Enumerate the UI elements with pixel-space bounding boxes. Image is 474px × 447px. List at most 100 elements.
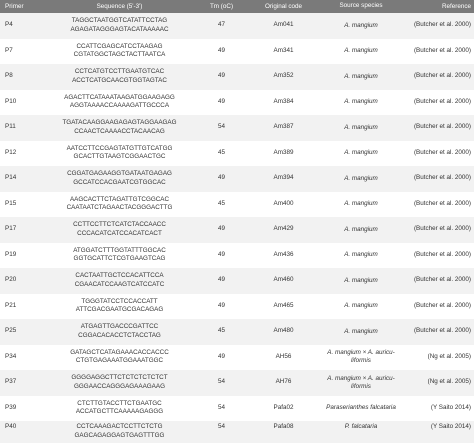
sequence-cell: CCTTCCTTCTCATCTACCAACC CCCACATCATCCACATCA…	[46, 217, 193, 243]
forward-sequence: CCATTCGAGCATCCTAAGAG	[76, 42, 163, 50]
tm-cell: 45	[217, 327, 225, 335]
header-tm: Tm (oC)	[193, 0, 250, 13]
table-row: P7 CCATTCGAGCATCCTAAGAG CGTATGGCTAGCTACTTA…	[0, 38, 474, 65]
tm-cell: 49	[217, 97, 225, 105]
reference-cell: (Butcher et al. 2000)	[413, 72, 471, 80]
original-code-cell: Am465	[273, 301, 294, 309]
reference-cell: (Butcher et al. 2000)	[413, 250, 471, 258]
primer-cell: P10	[5, 97, 17, 105]
original-code-cell: Am384	[273, 97, 294, 105]
sequence-cell: CACTAATTGCTCCACATTCCA CGAACATCCAAGTCATCCA…	[46, 268, 193, 294]
tm-cell: 54	[217, 423, 225, 430]
reverse-sequence: GCACTTGTAAGTCGGAACTGC	[73, 153, 166, 161]
primer-cell: P37	[5, 378, 17, 386]
reference-cell: (Butcher et al. 2000)	[413, 46, 471, 54]
reverse-sequence: GCCATCCACGAATCGTGGCAC	[73, 178, 166, 186]
primer-cell: P17	[5, 225, 17, 233]
original-code-cell: Am394	[273, 174, 294, 182]
reverse-sequence: GGTGCATTCTCGTGAAGTCAG	[73, 255, 166, 263]
table-row: P39 CTCTTGTACCTTCTGAATGC ACCATGCTTCAAAAAGA…	[0, 395, 474, 422]
tm-cell: 49	[217, 352, 225, 360]
header-source-species: Source species	[317, 0, 405, 13]
reverse-sequence: CAATAATCTAGAACTACGGGACTTG	[66, 204, 173, 212]
forward-sequence: CCTCAAAGACTCCTTCTCTG	[76, 423, 163, 430]
original-code-cell: Am041	[273, 21, 294, 29]
primer-cell: P34	[5, 352, 17, 360]
forward-sequence: CGGATGAGAAGGTGATAATGAGAG	[67, 170, 172, 178]
tm-cell: 49	[217, 72, 225, 80]
primer-cell: P25	[5, 327, 17, 335]
forward-sequence: CCTTCCTTCTCATCTACCAACC	[73, 221, 166, 229]
tm-cell: 49	[217, 276, 225, 284]
source-species-cell: A. mangium	[344, 47, 378, 55]
primer-cell: P7	[5, 46, 13, 54]
source-species-cell: Paraserianthes falcataria	[326, 404, 396, 412]
primer-cell: P4	[5, 21, 13, 29]
primer-cell: P15	[5, 199, 17, 207]
forward-sequence: TGATACAAGGAAGAGAGTAGGAAGAG	[62, 119, 177, 127]
tm-cell: 49	[217, 301, 225, 309]
reverse-sequence: GGGAACCAGGGAGAAAGAAG	[74, 382, 165, 390]
primer-table: Primer Sequence (5'-3') Tm (oC) Original…	[0, 0, 474, 443]
reference-cell: (Butcher et al. 2000)	[413, 276, 471, 284]
reverse-sequence: CCAACTCAAAACCTACAACAG	[74, 127, 165, 135]
tm-cell: 45	[217, 148, 225, 156]
tm-cell: 49	[217, 250, 225, 258]
sequence-cell: AGACTTCATAAATAAGATGGAAGAGG AGGTAAAACCAAAA…	[46, 90, 193, 116]
table-row: P12 AATCCTTCCGAGTATGTTGTCATGG GCACTTGTAAGT…	[0, 140, 474, 167]
table-row: P11 TGATACAAGGAAGAGAGTAGGAAGAG CCAACTCAAAA…	[0, 115, 474, 141]
table-body: P4 TAGGCTAATGGTCATATTCCTAG AGAGATAGGGAGTAC…	[0, 13, 474, 443]
reverse-sequence: ATTCGACGAATGCGACAGAG	[75, 306, 164, 314]
sequence-cell: CCTCAAAGACTCCTTCTCTG GAGCAGAGGAGTGAGTTTGG	[46, 421, 193, 443]
reverse-sequence: CTGTGAGAAATGGAAATGGC	[75, 357, 164, 365]
reference-cell: (Ng et al. 2005)	[427, 378, 471, 386]
reverse-sequence: AGGTAAAACCAAAAGATTGCCCA	[69, 102, 170, 110]
source-species-cell: A. mangium	[344, 200, 378, 208]
reverse-sequence: ACCATGCTTCAAAAAGAGGG	[75, 408, 164, 416]
source-species-cell: A. mangium	[344, 21, 378, 29]
header-primer: Primer	[0, 0, 46, 13]
reverse-sequence: CGAACATCCAAGTCATCCATC	[74, 280, 165, 288]
sequence-cell: CGGATGAGAAGGTGATAATGAGAG GCCATCCACGAATCGT…	[46, 166, 193, 192]
original-code-cell: Am341	[273, 46, 294, 54]
forward-sequence: TGGGTATCCTCCACCATT	[81, 297, 158, 305]
forward-sequence: ATGGATCTTTGGTATTTGGCAC	[73, 246, 166, 254]
tm-cell: 49	[217, 174, 225, 182]
original-code-cell: Am387	[273, 123, 294, 131]
reverse-sequence: CGGACACACCTCTACCTAG	[78, 331, 161, 339]
sequence-cell: TGGGTATCCTCCACCATT ATTCGACGAATGCGACAGAG	[46, 294, 193, 320]
sequence-cell: CTCTTGTACCTTCTGAATGC ACCATGCTTCAAAAAGAGGG	[46, 396, 193, 422]
sequence-cell: GGGGAGGCTTCTCTCTCTCTCT GGGAACCAGGGAGAAAGA…	[46, 370, 193, 396]
table-row: P17 CCTTCCTTCTCATCTACCAACC CCCACATCATCCACA…	[0, 217, 474, 243]
source-species-cell: A. mangium	[344, 123, 378, 131]
primer-cell: P12	[5, 148, 17, 156]
sequence-cell: GATAGCTCATAGAAACACCACCC CTGTGAGAAATGGAAAT…	[46, 345, 193, 371]
tm-cell: 54	[217, 123, 225, 131]
table-header: Primer Sequence (5'-3') Tm (oC) Original…	[0, 0, 474, 13]
original-code-cell: Am352	[273, 72, 294, 80]
source-species-cell: A. mangium	[344, 302, 378, 310]
reference-cell: (Butcher et al. 2000)	[413, 174, 471, 182]
original-code-cell: Am480	[273, 327, 294, 335]
sequence-cell: AATCCTTCCGAGTATGTTGTCATGG GCACTTGTAAGTCGG…	[46, 141, 193, 167]
reference-cell: (Ng et al. 2005)	[427, 352, 471, 360]
table-row: P20 CACTAATTGCTCCACATTCCA CGAACATCCAAGTCAT…	[0, 268, 474, 294]
tm-cell: 49	[217, 46, 225, 54]
forward-sequence: CTCTTGTACCTTCTGAATGC	[77, 399, 162, 407]
sequence-cell: ATGGATCTTTGGTATTTGGCAC GGTGCATTCTCGTGAAGT…	[46, 243, 193, 269]
original-code-cell: Pafa02	[273, 403, 294, 411]
table-row: P21 TGGGTATCCTCCACCATT ATTCGACGAATGCGACAGA…	[0, 293, 474, 320]
table-row: P37 GGGGAGGCTTCTCTCTCTCTCT GGGAACCAGGGAGAA…	[0, 370, 474, 396]
primer-cell: P39	[5, 403, 17, 411]
sequence-cell: CCATTCGAGCATCCTAAGAG CGTATGGCTAGCTACTTAAT…	[46, 39, 193, 65]
original-code-cell: Am400	[273, 199, 294, 207]
reverse-sequence: GAGCAGAGGAGTGAGTTTGG	[74, 431, 165, 439]
source-species-cell: A. mangium	[344, 251, 378, 259]
source-species-cell: A. mangium	[344, 149, 378, 157]
original-code-cell: Am436	[273, 250, 294, 258]
table-row: P34 GATAGCTCATAGAAACACCACCC CTGTGAGAAATGGA…	[0, 344, 474, 371]
source-species-cell: A. mangium	[344, 327, 378, 335]
source-species-cell: A. mangium	[344, 72, 378, 80]
forward-sequence: AATCCTTCCGAGTATGTTGTCATGG	[66, 144, 173, 152]
reference-cell: (Y Saito 2014)	[430, 423, 471, 430]
